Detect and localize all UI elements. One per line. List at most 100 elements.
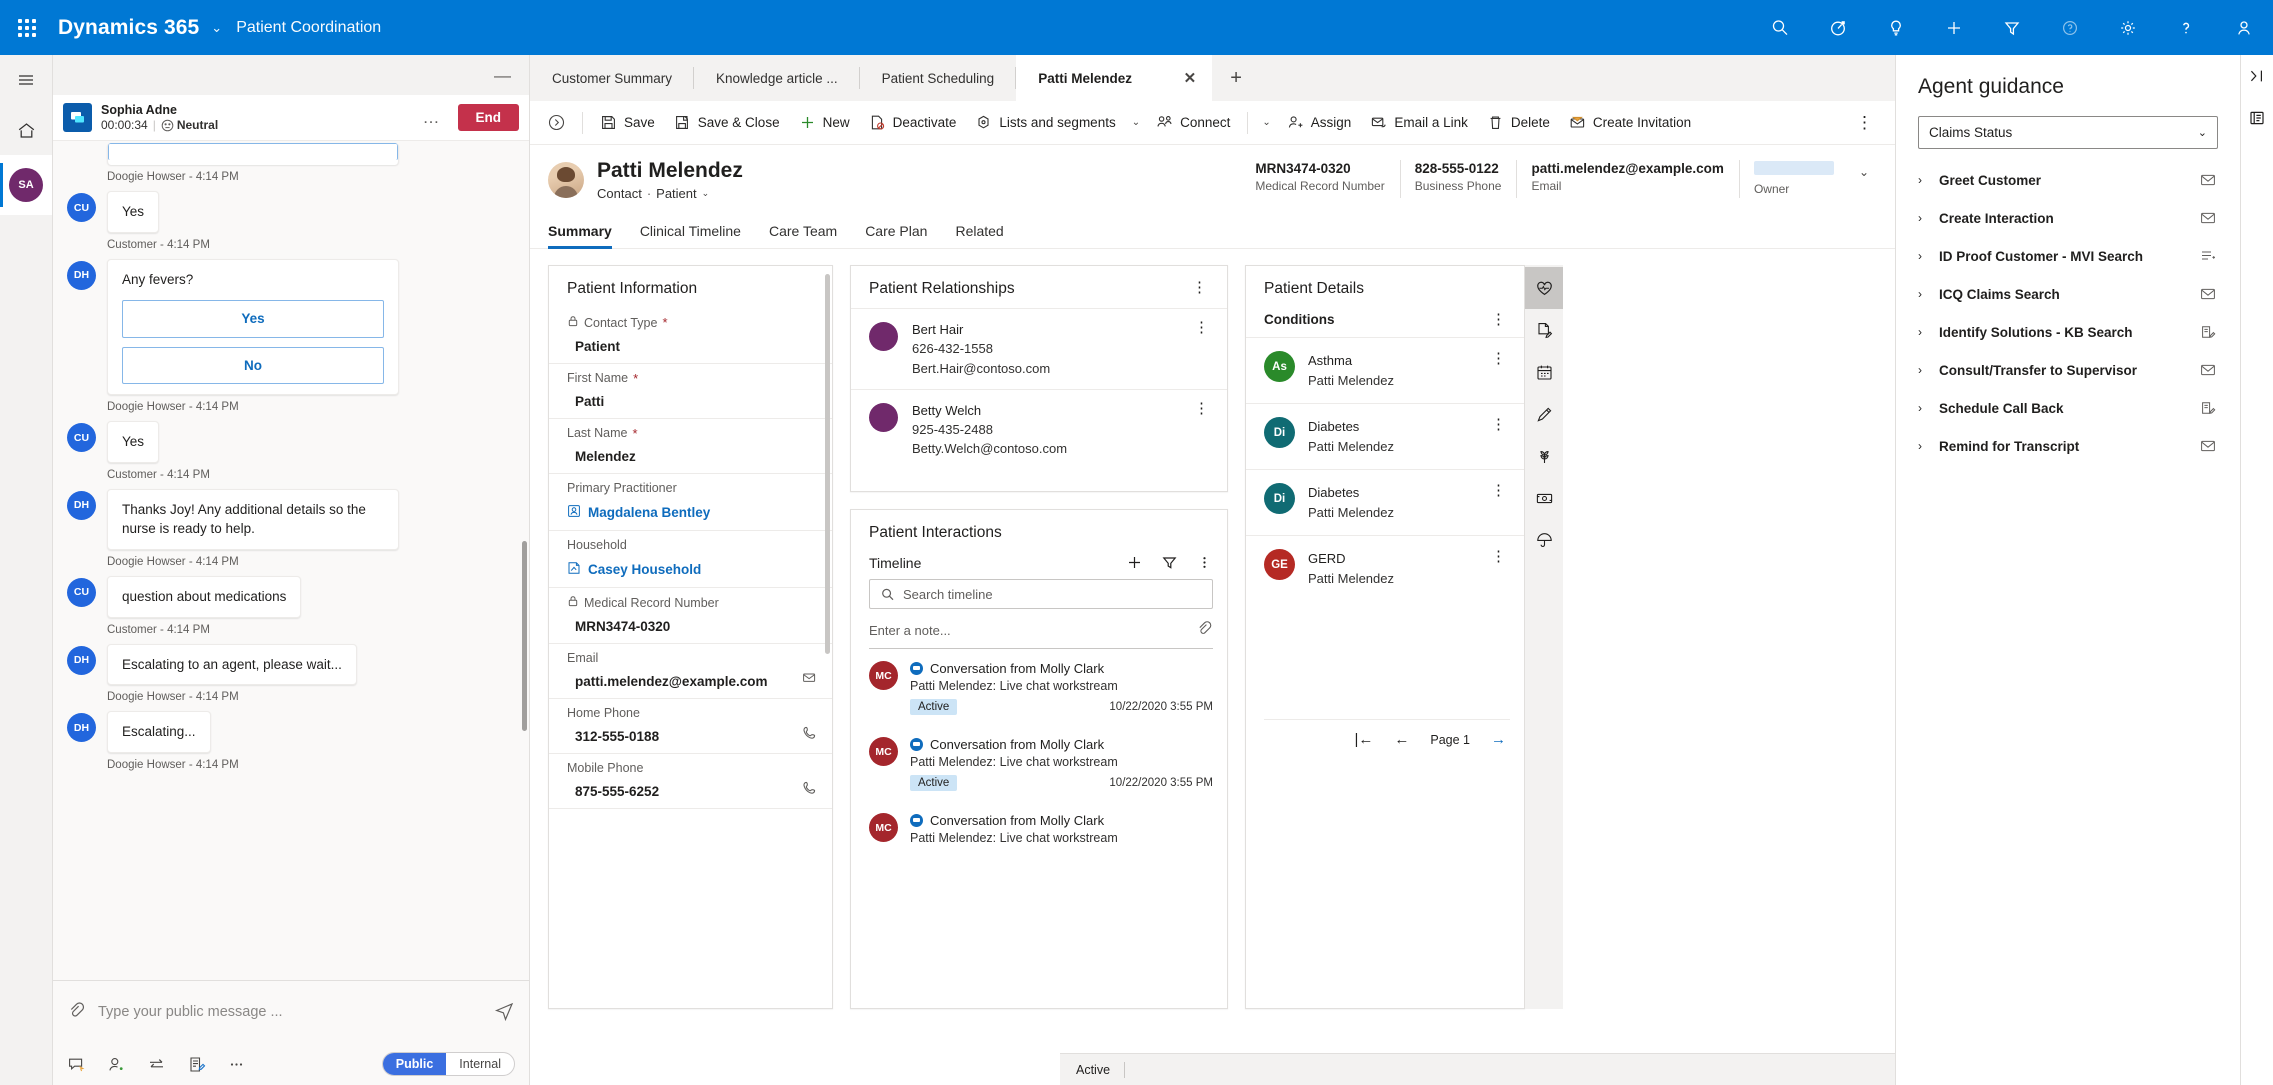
macro-icon[interactable] [2200,286,2216,302]
command-overflow-icon[interactable]: ⋮ [1842,113,1887,133]
save-and-close-button[interactable]: Save & Close [665,107,789,139]
public-internal-toggle[interactable]: Public Internal [381,1052,515,1076]
first-page-icon[interactable]: |← [1354,732,1373,747]
session-avatar[interactable]: SA [0,155,52,215]
end-conversation-button[interactable]: End [457,104,519,131]
choice-option-yes[interactable]: Yes [122,300,384,338]
guidance-item-consult-transfer[interactable]: › Consult/Transfer to Supervisor [1918,351,2218,389]
guidance-session-select[interactable]: Claims Status ⌄ [1918,116,2218,149]
guidance-item-schedule-call-back[interactable]: › Schedule Call Back [1918,389,2218,427]
toggle-public[interactable]: Public [382,1053,447,1075]
guidance-item-create-interaction[interactable]: › Create Interaction [1918,199,2218,237]
hamburger-menu-icon[interactable] [0,55,52,105]
row-more-icon[interactable]: ⋮ [1487,549,1510,564]
choice-option-no[interactable]: No [122,346,384,385]
conditions-heart-icon[interactable] [1525,267,1563,310]
calendar-icon[interactable] [1525,351,1563,393]
form-chevron-down-icon[interactable]: ⌄ [702,188,710,199]
connect-chevron-down-icon[interactable]: ⌄ [1256,107,1276,139]
field-mobile-phone[interactable]: Mobile Phone 875-555-6252 [549,754,832,810]
tab-customer-summary[interactable]: Customer Summary [530,55,695,101]
attachment-icon[interactable] [67,1001,86,1023]
allergies-icon[interactable] [1525,435,1563,477]
condition-row[interactable]: Di Diabetes Patti Melendez ⋮ [1246,403,1524,469]
transfer-icon[interactable] [147,1055,166,1074]
tab-patient-scheduling[interactable]: Patient Scheduling [860,55,1017,101]
chevron-right-icon[interactable]: › [1918,363,1928,377]
new-button[interactable]: New [790,107,859,139]
expand-icon[interactable] [2241,55,2273,97]
field-primary-practitioner[interactable]: Primary Practitioner Magdalena Bentley [549,474,832,532]
conversation-more-icon[interactable]: … [415,108,449,128]
row-more-icon[interactable]: ⋮ [1190,320,1213,335]
search-icon[interactable] [1751,0,1809,55]
macro-icon[interactable] [2200,210,2216,226]
attachment-icon[interactable] [1196,620,1213,640]
filter-icon[interactable] [1161,554,1178,571]
macro-icon[interactable] [2200,172,2216,188]
chevron-right-icon[interactable]: › [1918,287,1928,301]
home-icon[interactable] [0,105,52,155]
field-last-name[interactable]: Last Name * Melendez [549,419,832,475]
agenda-icon[interactable] [2241,97,2273,139]
assign-button[interactable]: Assign [1278,107,1361,139]
phone-icon[interactable] [802,780,818,799]
app-launcher-waffle-icon[interactable] [0,18,54,37]
email-icon[interactable] [802,670,818,689]
lists-chevron-down-icon[interactable]: ⌄ [1126,107,1146,139]
header-expand-chevron-icon[interactable]: ⌄ [1849,159,1877,179]
field-value-link-row[interactable]: Casey Household [567,561,814,578]
tab-summary[interactable]: Summary [548,215,626,250]
timeline-more-icon[interactable] [1196,554,1213,571]
relationships-more-icon[interactable]: ⋮ [1188,280,1211,295]
filter-icon[interactable] [1983,0,2041,55]
conditions-more-icon[interactable]: ⋮ [1487,312,1510,327]
tab-care-team[interactable]: Care Team [769,215,851,248]
timeline-search[interactable] [869,579,1213,610]
chevron-right-icon[interactable]: › [1918,173,1928,187]
question-icon[interactable] [2157,0,2215,55]
more-icon[interactable] [227,1055,246,1074]
minimize-icon[interactable]: — [488,67,517,84]
guidance-item-greet-customer[interactable]: › Greet Customer [1918,161,2218,199]
lists-and-segments-button[interactable]: Lists and segments [966,107,1124,139]
close-icon[interactable]: ✕ [1146,69,1197,87]
field-value-link-row[interactable]: Magdalena Bentley [567,504,814,521]
row-more-icon[interactable]: ⋮ [1487,351,1510,366]
guidance-item-remind-for-transcript[interactable]: › Remind for Transcript [1918,427,2218,465]
consult-icon[interactable] [107,1055,126,1074]
tab-clinical-timeline[interactable]: Clinical Timeline [640,215,755,248]
phone-icon[interactable] [802,725,818,744]
quick-reply-icon[interactable] [67,1055,86,1074]
email-a-link-button[interactable]: Email a Link [1361,107,1477,139]
field-first-name[interactable]: First Name * Patti [549,364,832,420]
documents-icon[interactable] [1525,309,1563,351]
guidance-item-identify-solutions[interactable]: › Identify Solutions - KB Search [1918,313,2218,351]
timeline-note-row[interactable] [869,620,1213,650]
new-tab-plus-icon[interactable]: + [1212,55,1260,101]
gear-icon[interactable] [2099,0,2157,55]
row-more-icon[interactable]: ⋮ [1487,417,1510,432]
kb-icon[interactable] [2200,400,2216,416]
field-contact-type[interactable]: Contact Type * Patient [549,308,832,365]
chevron-right-icon[interactable]: › [1918,211,1928,225]
list-icon[interactable] [2200,248,2216,264]
timeline-item[interactable]: MC Conversation from Molly Clark Patti M… [851,649,1227,725]
message-input[interactable] [98,1004,482,1020]
relationship-row[interactable]: Bert Hair 626-432-1558 Bert.Hair@contoso… [851,308,1227,389]
timeline-item[interactable]: MC Conversation from Molly Clark Patti M… [851,725,1227,801]
patient-information-scrollbar[interactable] [825,274,830,655]
send-icon[interactable] [494,1000,515,1024]
tab-care-plan[interactable]: Care Plan [865,215,941,248]
tab-patti-melendez[interactable]: Patti Melendez ✕ [1016,55,1213,101]
message-list[interactable]: Doogie Howser - 4:14 PM CU Yes Customer … [53,141,529,980]
plus-icon[interactable] [1925,0,1983,55]
expand-chevron-icon[interactable] [538,113,574,132]
chevron-right-icon[interactable]: › [1918,401,1928,415]
chevron-right-icon[interactable]: › [1918,439,1928,453]
tab-related[interactable]: Related [955,215,1017,248]
connect-button[interactable]: Connect [1147,107,1239,139]
save-button[interactable]: Save [591,107,664,139]
relationship-row[interactable]: Betty Welch 925-435-2488 Betty.Welch@con… [851,388,1227,470]
field-email[interactable]: Email patti.melendez@example.com [549,644,832,700]
